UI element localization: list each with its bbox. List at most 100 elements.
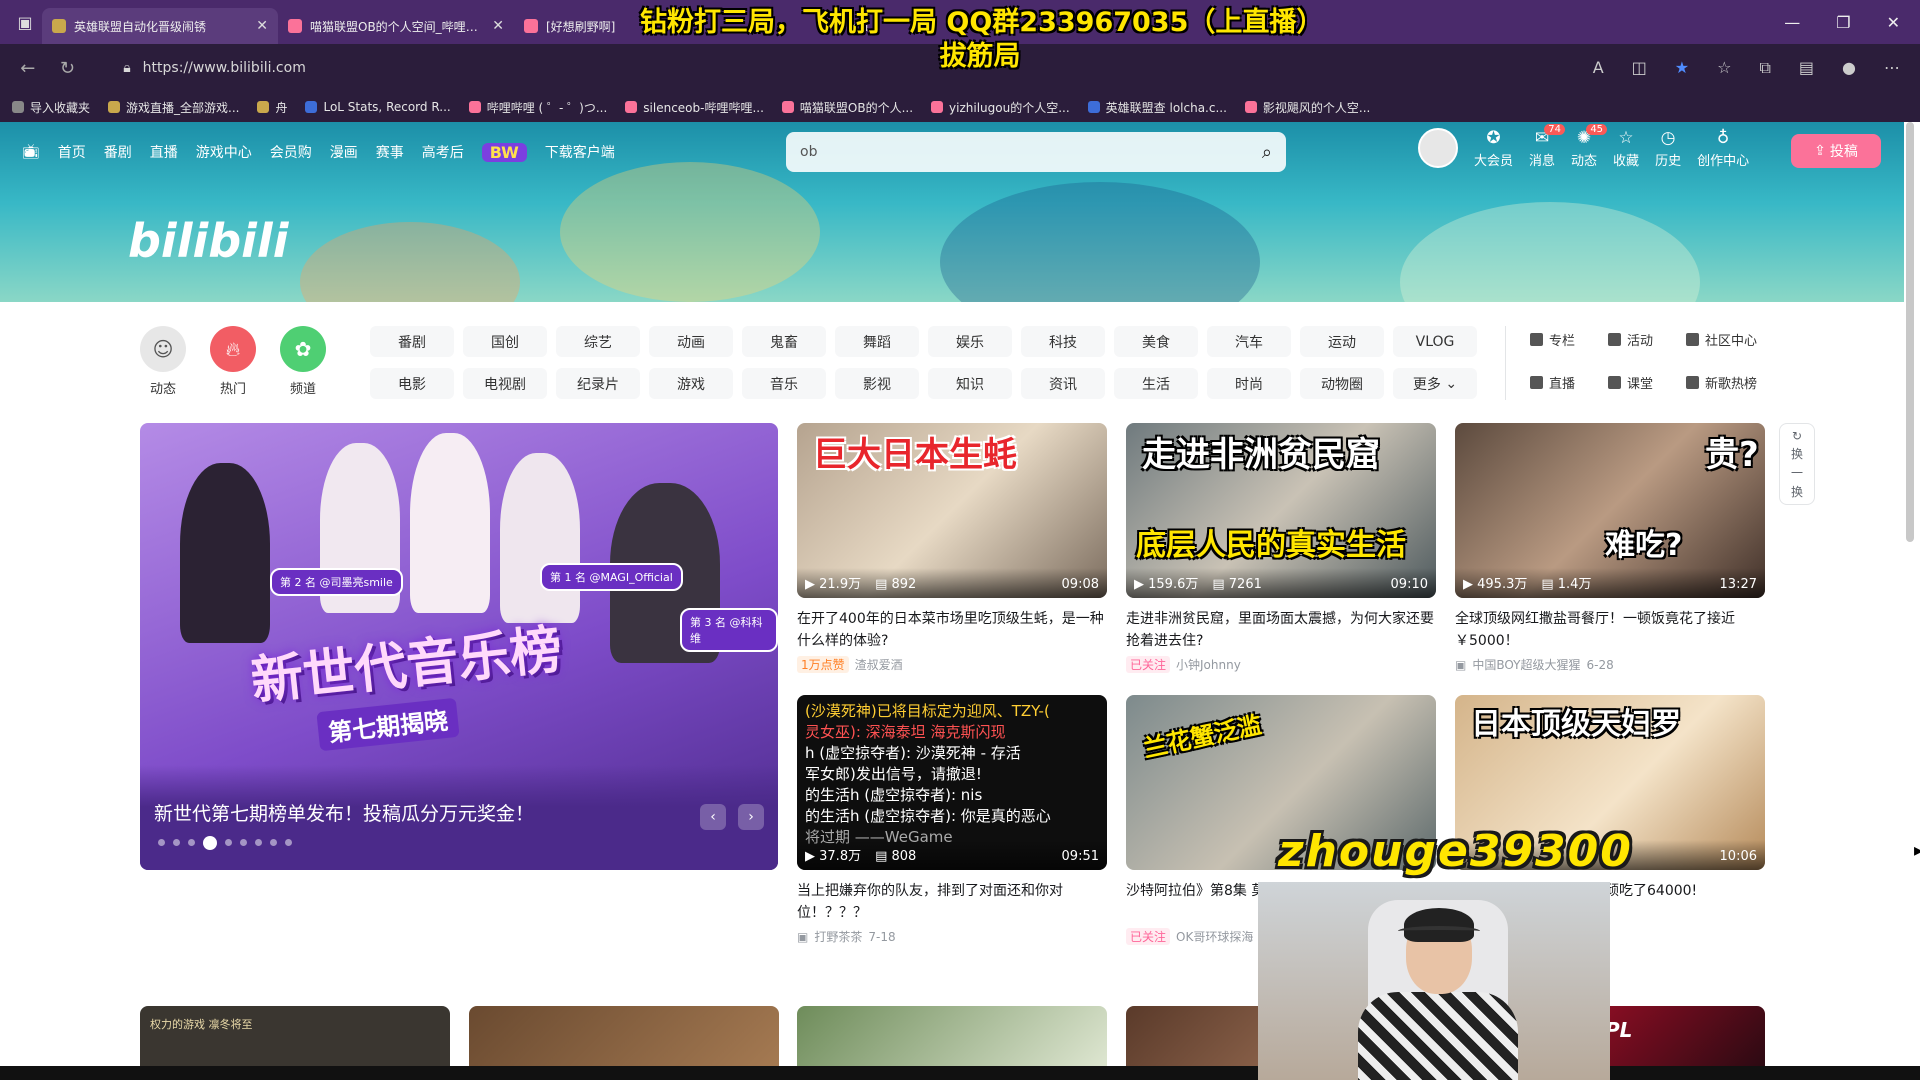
video-thumbnail[interactable] — [797, 1006, 1107, 1070]
video-thumbnail[interactable]: 巨大日本生蚝 ▶ 21.9万 ▤ 892 09:08 — [797, 423, 1107, 598]
carousel-dot[interactable] — [158, 839, 165, 846]
side-link-class[interactable]: 课堂 — [1608, 373, 1686, 392]
category-chip[interactable]: 电视剧 — [463, 368, 547, 399]
extensions-icon[interactable]: ▤ — [1799, 58, 1814, 78]
chevron-right-icon[interactable]: › — [738, 804, 764, 830]
side-link-community[interactable]: 社区中心 — [1686, 330, 1786, 349]
category-chip[interactable]: 汽车 — [1207, 326, 1291, 357]
carousel-dot[interactable] — [255, 839, 262, 846]
bookmark-2[interactable]: 舟 — [257, 99, 287, 116]
category-chip[interactable]: 资讯 — [1021, 368, 1105, 399]
side-link-live[interactable]: 直播 — [1530, 373, 1608, 392]
window-menu-icon[interactable]: ▣ — [8, 5, 42, 39]
split-screen-icon[interactable]: ◫ — [1632, 58, 1647, 78]
tab-0[interactable]: 英雄联盟自动化晋级闹锈 ✕ — [42, 8, 278, 44]
video-title[interactable]: 走进非洲贫民窟，里面场面太震撼，为何大家还要抢着进去住? — [1126, 608, 1436, 652]
user-nav-feed[interactable]: 45 ✺ 动态 — [1571, 124, 1608, 169]
category-chip[interactable]: 鬼畜 — [742, 326, 826, 357]
category-chip[interactable]: 电影 — [370, 368, 454, 399]
collections-icon[interactable]: ⧉ — [1759, 58, 1770, 78]
video-card[interactable]: 贵? 难吃? ▶ 495.3万 ▤ 1.4万 13:27 全球顶级网红撒盐哥餐厅… — [1455, 423, 1765, 673]
category-chip[interactable]: 生活 — [1114, 368, 1198, 399]
category-chip[interactable]: 运动 — [1300, 326, 1384, 357]
category-chip[interactable]: 舞蹈 — [835, 326, 919, 357]
minimize-icon[interactable]: — — [1784, 13, 1800, 32]
read-aloud-icon[interactable]: A — [1593, 58, 1604, 78]
upload-button[interactable]: ⇪ 投稿 — [1791, 134, 1881, 168]
nav-mall[interactable]: 会员购 — [270, 142, 312, 162]
nav-download-client[interactable]: 下载客户端 — [545, 142, 615, 162]
bookmark-9[interactable]: 影视飓风的个人空... — [1244, 99, 1370, 116]
category-chip[interactable]: 动画 — [649, 326, 733, 357]
carousel-dot[interactable] — [240, 839, 247, 846]
user-nav-history[interactable]: ◷ 历史 — [1655, 128, 1681, 169]
category-chip[interactable]: 番剧 — [370, 326, 454, 357]
carousel-caption[interactable]: 新世代第七期榜单发布！投稿瓜分万元奖金！ — [154, 799, 534, 826]
bookmark-7[interactable]: yizhilugou的个人空... — [931, 99, 1070, 116]
category-chip[interactable]: 综艺 — [556, 326, 640, 357]
carousel-dot[interactable] — [225, 839, 232, 846]
carousel-dot[interactable] — [173, 839, 180, 846]
featured-carousel[interactable]: 第 2 名 @司墨亮smile 第 1 名 @MAGI_Official 第 3… — [140, 423, 778, 870]
close-tab-icon[interactable]: ✕ — [492, 18, 504, 34]
video-title[interactable]: 全球顶级网红撒盐哥餐厅！一顿饭竟花了接近￥5000！ — [1455, 608, 1765, 652]
search-icon[interactable]: ⌕ — [1262, 142, 1272, 163]
quick-hot[interactable]: 🔥︎ 热门 — [210, 326, 256, 397]
reload-icon[interactable]: ↻ — [48, 58, 88, 79]
bookmark-5[interactable]: silenceob-哔哩哔哩... — [625, 99, 764, 116]
video-title[interactable]: 当上把嫌弃你的队友，排到了对面还和你对位！？？？ — [797, 880, 1107, 924]
more-categories-button[interactable]: 更多 ⌄ — [1393, 368, 1477, 399]
video-thumbnail[interactable] — [469, 1006, 779, 1070]
video-author[interactable]: 小钟Johnny — [1176, 656, 1241, 673]
category-chip[interactable]: 纪录片 — [556, 368, 640, 399]
video-card[interactable]: (沙漠死神)已将目标定为迎风、TZY-( 灵女巫): 深海泰坦 海克斯闪现 h … — [797, 695, 1107, 945]
avatar[interactable] — [1418, 128, 1458, 168]
tab-1[interactable]: 喵猫联盟OB的个人空间_哔哩哔哩 ✕ — [278, 8, 514, 44]
carousel-dot-active[interactable] — [203, 836, 217, 850]
user-nav-favorites[interactable]: ☆ 收藏 — [1613, 128, 1639, 169]
side-link-column[interactable]: 专栏 — [1530, 330, 1608, 349]
category-chip[interactable]: 国创 — [463, 326, 547, 357]
category-chip[interactable]: 动物圈 — [1300, 368, 1384, 399]
favorites-icon[interactable]: ☆ — [1717, 58, 1731, 78]
carousel-dot[interactable] — [270, 839, 277, 846]
nav-anime[interactable]: 番剧 — [104, 142, 132, 162]
bookmark-4[interactable]: 哔哩哔哩 ( ゜- ゜)つ... — [468, 99, 607, 116]
category-chip[interactable]: 知识 — [928, 368, 1012, 399]
refresh-button[interactable]: ↻ 换 一 换 — [1779, 423, 1815, 505]
more-icon[interactable]: ⋯ — [1884, 58, 1900, 78]
nav-bw[interactable]: BW — [481, 142, 527, 162]
side-link-new-songs[interactable]: 新歌热榜 — [1686, 373, 1786, 392]
video-thumbnail[interactable]: 走进非洲贫民窟 底层人民的真实生活 ▶ 159.6万 ▤ 7261 09:10 — [1126, 423, 1436, 598]
user-nav-vip[interactable]: ✪ 大会员 — [1474, 128, 1513, 169]
category-chip[interactable]: 娱乐 — [928, 326, 1012, 357]
video-card[interactable]: 巨大日本生蚝 ▶ 21.9万 ▤ 892 09:08 在开了400年的日本菜市场… — [797, 423, 1107, 673]
nav-game-center[interactable]: 游戏中心 — [196, 142, 252, 162]
close-window-icon[interactable]: ✕ — [1887, 13, 1900, 32]
carousel-dot[interactable] — [285, 839, 292, 846]
nav-gaokao[interactable]: 高考后 — [422, 142, 464, 162]
video-author[interactable]: 渣叔爱酒 — [855, 656, 903, 673]
category-chip[interactable]: 音乐 — [742, 368, 826, 399]
maximize-icon[interactable]: ❐ — [1836, 13, 1850, 32]
video-title[interactable]: 在开了400年的日本菜市场里吃顶级生蚝，是一种什么样的体验? — [797, 608, 1107, 652]
quick-dynamic[interactable]: ☺ 动态 — [140, 326, 186, 397]
video-author[interactable]: OK哥环球探海 — [1176, 928, 1253, 945]
video-thumbnail[interactable]: (沙漠死神)已将目标定为迎风、TZY-( 灵女巫): 深海泰坦 海克斯闪现 h … — [797, 695, 1107, 870]
category-chip[interactable]: VLOG — [1393, 326, 1477, 357]
category-chip[interactable]: 游戏 — [649, 368, 733, 399]
video-author[interactable]: 中国BOY超级大猩猩 — [1472, 656, 1580, 673]
nav-esports[interactable]: 赛事 — [376, 142, 404, 162]
category-chip[interactable]: 影视 — [835, 368, 919, 399]
category-chip[interactable]: 科技 — [1021, 326, 1105, 357]
category-chip[interactable]: 美食 — [1114, 326, 1198, 357]
bookmark-6[interactable]: 喵猫联盟OB的个人... — [781, 99, 913, 116]
category-chip[interactable]: 时尚 — [1207, 368, 1291, 399]
side-link-activity[interactable]: 活动 — [1608, 330, 1686, 349]
profile-icon[interactable]: ● — [1842, 58, 1856, 78]
bookmark-0[interactable]: 导入收藏夹 — [12, 99, 90, 116]
back-icon[interactable]: ← — [8, 58, 48, 79]
video-author[interactable]: 打野茶茶 — [814, 928, 862, 945]
video-thumbnail[interactable]: 权力的游戏 凛冬将至 — [140, 1006, 450, 1070]
carousel-dot[interactable] — [188, 839, 195, 846]
